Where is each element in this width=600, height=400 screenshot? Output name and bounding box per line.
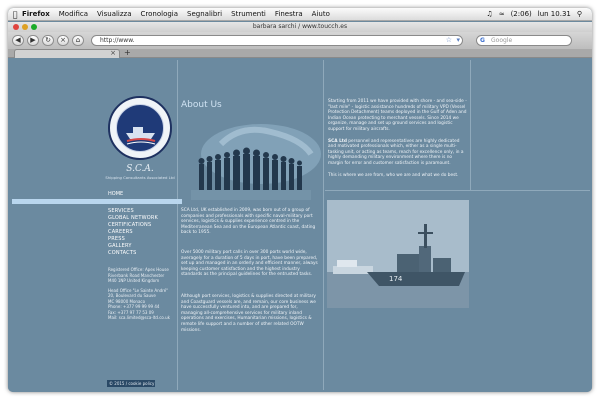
dropdown-arrow-icon[interactable]: ▾ — [456, 36, 460, 45]
warship-illustration: 174 — [327, 200, 469, 308]
warship-image: 174 — [327, 200, 469, 308]
browser-window:  Firefox Modifica Visualizza Cronologia… — [8, 8, 592, 392]
left-column: S.C.A. Shipping Consultants Associated L… — [10, 60, 182, 390]
right-paragraph-3: This is where we are from, who we are an… — [328, 172, 459, 178]
logo-emblem — [116, 104, 164, 152]
battery-status[interactable]: (2:06) — [511, 10, 532, 18]
menu-finestra[interactable]: Finestra — [275, 10, 303, 18]
right-paragraph-2-text: personnel and representatives are highly… — [328, 138, 464, 166]
mac-menubar:  Firefox Modifica Visualizza Cronologia… — [8, 8, 592, 21]
divider — [325, 190, 590, 191]
business-people-image — [181, 114, 322, 204]
google-icon: G — [480, 37, 485, 44]
nav-global-network[interactable]: GLOBAL NETWORK — [108, 215, 178, 222]
nav-contacts[interactable]: CONTACTS — [108, 250, 178, 257]
about-paragraph-1: SCA Ltd, UK established in 2009, was bor… — [181, 208, 316, 236]
window-title: barbara sarchi / www.toucch.es — [252, 23, 348, 30]
minimize-window-icon[interactable] — [22, 24, 28, 30]
reload-button[interactable]: ↻ — [42, 35, 54, 46]
menu-segnalibri[interactable]: Segnalibri — [187, 10, 222, 18]
right-column: Starting from 2011 we have provided with… — [325, 60, 590, 390]
bookmark-star-icon[interactable]: ☆ — [446, 36, 452, 45]
middle-column: About Us SCA Ltd, UK established in 2009… — [179, 60, 324, 390]
menu-app[interactable]: Firefox — [22, 10, 50, 18]
search-placeholder: Google — [491, 37, 513, 44]
company-logo[interactable] — [108, 96, 172, 160]
right-paragraph-2: SCA Ltd personnel and representatives ar… — [328, 139, 468, 167]
zoom-window-icon[interactable] — [31, 24, 37, 30]
menu-aiuto[interactable]: Aiuto — [312, 10, 330, 18]
nav-home[interactable]: HOME — [12, 191, 182, 197]
navigation-toolbar: ◀ ▶ ↻ × ⌂ http://www. ☆ ▾ G Google — [8, 32, 592, 49]
menu-modifica[interactable]: Modifica — [59, 10, 88, 18]
wifi-icon[interactable]: ≈ — [499, 10, 505, 18]
logo-title: S.C.A. — [126, 164, 154, 174]
web-page: S.C.A. Shipping Consultants Associated L… — [8, 58, 592, 392]
back-button[interactable]: ◀ — [12, 35, 24, 46]
search-bar[interactable]: G Google — [476, 35, 572, 46]
nav-certifications[interactable]: CERTIFICATIONS — [108, 222, 178, 229]
menu-cronologia[interactable]: Cronologia — [141, 10, 179, 18]
menu-strumenti[interactable]: Strumenti — [231, 10, 266, 18]
nav-careers[interactable]: CAREERS — [108, 229, 178, 236]
nav-gallery[interactable]: GALLERY — [108, 243, 178, 250]
right-text: Starting from 2011 we have provided with… — [328, 99, 468, 184]
nav-services[interactable]: SERVICES — [108, 208, 178, 215]
divider — [470, 60, 471, 190]
spotlight-icon[interactable]: ⚲ — [577, 10, 582, 18]
copyright-bar[interactable]: © 2015 / cookie policy — [107, 380, 155, 387]
apple-icon[interactable]:  — [8, 10, 22, 19]
menu-visualizza[interactable]: Visualizza — [97, 10, 131, 18]
tab-bar: × + — [8, 48, 592, 58]
new-tab-button[interactable]: + — [124, 48, 131, 57]
forward-button[interactable]: ▶ — [27, 35, 39, 46]
window-controls — [13, 24, 37, 30]
clock[interactable]: lun 10.31 — [538, 10, 571, 18]
mail-link[interactable]: Mail: sca.limited@sca-ltd.co.uk — [108, 315, 178, 321]
nav-press[interactable]: PRESS — [108, 236, 178, 243]
right-paragraph-1: Starting from 2011 we have provided with… — [328, 99, 467, 132]
url-bar[interactable]: http://www. ☆ ▾ — [91, 35, 463, 46]
about-paragraph-2: Over 5000 military port calls in over 30… — [181, 250, 318, 278]
about-paragraph-3: Although port services, logistics & supp… — [181, 294, 316, 333]
logo-subtitle: Shipping Consultants Associated Ltd — [105, 175, 175, 180]
about-title: About Us — [181, 100, 222, 110]
url-text: http://www. — [100, 37, 135, 44]
people-globe-illustration — [191, 124, 321, 200]
browser-tab[interactable]: × — [14, 49, 120, 58]
close-tab-icon[interactable]: × — [110, 49, 116, 57]
ship-emblem-icon — [126, 127, 156, 145]
svg-text:174: 174 — [389, 275, 403, 283]
volume-icon[interactable]: ♫ — [486, 10, 492, 18]
site-navigation: HOME SERVICES GLOBAL NETWORK CERTIFICATI… — [12, 191, 182, 257]
address-block: Registered Office: Apex House Riverbank … — [108, 267, 178, 321]
company-name-bold: SCA Ltd — [328, 138, 347, 144]
home-button[interactable]: ⌂ — [72, 35, 84, 46]
close-window-icon[interactable] — [13, 24, 19, 30]
registered-office-line: Registered Office: Apex House — [108, 267, 169, 272]
stop-button[interactable]: × — [57, 35, 69, 46]
window-titlebar: barbara sarchi / www.toucch.es — [8, 22, 592, 32]
nav-highlight-bar — [12, 199, 182, 204]
